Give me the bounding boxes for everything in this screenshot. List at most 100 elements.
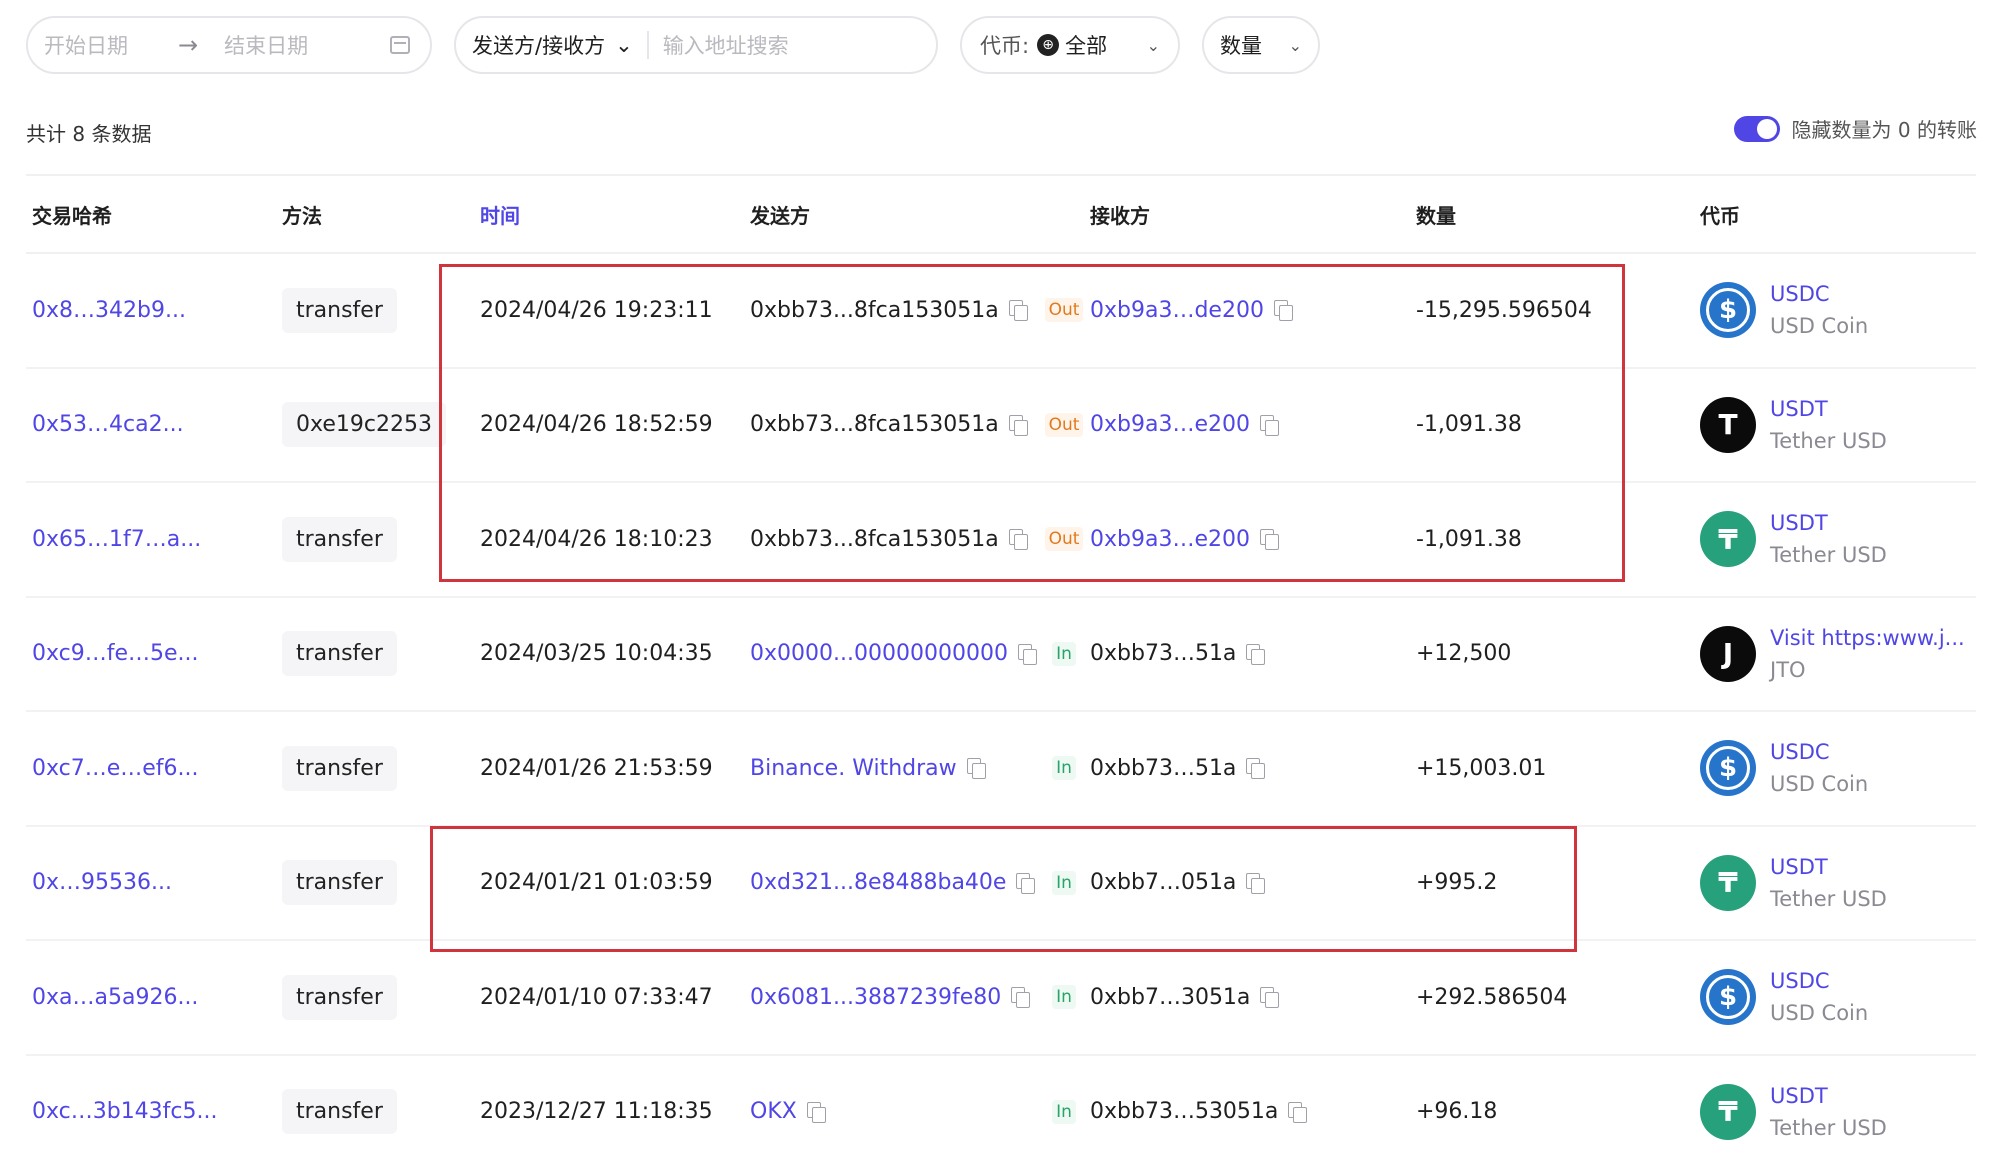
- copy-icon[interactable]: [1260, 987, 1280, 1009]
- token-cell[interactable]: J Visit https:www.j... JTO: [1688, 622, 1976, 686]
- time-cell: 2024/01/21 01:03:59: [480, 870, 713, 896]
- copy-icon[interactable]: [1246, 758, 1266, 780]
- address-search-input[interactable]: 输入地址搜索: [663, 30, 789, 60]
- token-text: USDT Tether USD: [1770, 1080, 1887, 1144]
- to-cell: 0xbb7…051a: [1090, 870, 1408, 895]
- from-cell: 0xbb73...8fca153051a: [738, 527, 1038, 552]
- copy-icon[interactable]: [1246, 643, 1266, 665]
- token-cell[interactable]: ₸ USDT Tether USD: [1688, 1080, 1976, 1144]
- token-name: Tether USD: [1770, 428, 1887, 453]
- end-date-input[interactable]: 结束日期: [224, 30, 308, 60]
- method-tag: transfer: [282, 516, 397, 562]
- direction-badge: In: [1052, 985, 1076, 1010]
- copy-icon[interactable]: [1246, 872, 1266, 894]
- header-from: 发送方: [750, 203, 810, 228]
- token-symbol[interactable]: USDC: [1770, 965, 1868, 997]
- token-symbol[interactable]: USDT: [1770, 851, 1887, 883]
- direction-badge: In: [1052, 756, 1076, 781]
- token-cell[interactable]: $ USDC USD Coin: [1688, 278, 1976, 342]
- copy-icon[interactable]: [1016, 872, 1036, 894]
- date-range-picker[interactable]: 开始日期 → 结束日期: [26, 16, 432, 74]
- method-tag: transfer: [282, 974, 397, 1020]
- direction-badge: Out: [1044, 298, 1084, 323]
- time-cell: 2024/04/26 18:10:23: [480, 526, 713, 552]
- token-symbol[interactable]: USDT: [1770, 393, 1887, 425]
- copy-icon[interactable]: [1288, 1101, 1308, 1123]
- start-date-input[interactable]: 开始日期: [44, 30, 128, 60]
- calendar-icon[interactable]: [390, 36, 410, 54]
- token-symbol[interactable]: Visit https:www.j...: [1770, 622, 1965, 654]
- from-address[interactable]: 0xd321...8e8488ba40e: [750, 870, 1006, 895]
- copy-icon[interactable]: [966, 758, 986, 780]
- from-address[interactable]: OKX: [750, 1099, 797, 1124]
- token-cell[interactable]: ₸ USDT Tether USD: [1688, 851, 1976, 915]
- hide-zero-toggle[interactable]: [1733, 115, 1780, 142]
- amount-filter[interactable]: 数量 ⌄: [1202, 16, 1320, 74]
- amount-cell: +292.586504: [1416, 984, 1568, 1010]
- tx-hash-link[interactable]: 0x8…342b9...: [26, 298, 282, 323]
- token-cell[interactable]: $ USDC USD Coin: [1688, 965, 1976, 1029]
- tx-hash-link[interactable]: 0xc7…e…ef6...: [26, 756, 282, 781]
- token-text: USDC USD Coin: [1770, 965, 1868, 1029]
- copy-icon[interactable]: [1017, 643, 1037, 665]
- direction-cell: Out: [1038, 412, 1090, 437]
- time-cell: 2024/04/26 18:52:59: [480, 412, 713, 438]
- from-cell: 0xbb73...8fca153051a: [738, 412, 1038, 437]
- direction-badge: In: [1052, 870, 1076, 895]
- to-address[interactable]: 0xb9a3…e200: [1090, 412, 1250, 437]
- direction-cell: In: [1038, 985, 1090, 1010]
- copy-icon[interactable]: [1008, 414, 1028, 436]
- token-text: Visit https:www.j... JTO: [1770, 622, 1965, 686]
- to-cell: 0xbb73…53051a: [1090, 1099, 1408, 1124]
- token-symbol[interactable]: USDC: [1770, 736, 1868, 768]
- to-address[interactable]: 0xb9a3…de200: [1090, 298, 1264, 323]
- method-tag: transfer: [282, 287, 397, 333]
- tx-hash-link[interactable]: 0x53…4ca2...: [26, 412, 282, 437]
- token-cell[interactable]: $ USDC USD Coin: [1688, 736, 1976, 800]
- from-address[interactable]: 0x0000...00000000000: [750, 641, 1008, 666]
- copy-icon[interactable]: [1259, 414, 1279, 436]
- to-cell: 0xbb73…51a: [1090, 641, 1408, 666]
- arrow-right-icon: →: [178, 31, 199, 59]
- direction-cell: Out: [1038, 298, 1090, 323]
- from-address[interactable]: Binance. Withdraw: [750, 756, 957, 781]
- token-filter[interactable]: 代币: ⊕ 全部 ⌄: [960, 16, 1180, 74]
- method-cell: transfer: [282, 860, 460, 906]
- token-cell[interactable]: T USDT Tether USD: [1688, 393, 1976, 457]
- party-select[interactable]: 发送方/接收方 ⌄: [472, 30, 633, 60]
- table-header: 交易哈希 方法 时间 发送方 接收方 数量 代币: [26, 176, 1976, 254]
- time-cell: 2024/04/26 19:23:11: [480, 297, 713, 323]
- hide-zero-toggle-group: 隐藏数量为 0 的转账: [1733, 114, 1977, 143]
- header-to: 接收方: [1090, 203, 1150, 228]
- tx-hash-link[interactable]: 0x…95536...: [26, 870, 282, 895]
- copy-icon[interactable]: [1273, 300, 1293, 322]
- tx-hash-link[interactable]: 0xa…a5a926...: [26, 985, 282, 1010]
- token-symbol[interactable]: USDC: [1770, 278, 1868, 310]
- copy-icon[interactable]: [806, 1101, 826, 1123]
- divider: [646, 31, 649, 59]
- amount-filter-label: 数量: [1220, 34, 1262, 58]
- amount-cell: -15,295.596504: [1416, 297, 1592, 323]
- copy-icon[interactable]: [1008, 300, 1028, 322]
- header-amount: 数量: [1416, 203, 1456, 228]
- from-address[interactable]: 0x6081...3887239fe80: [750, 985, 1001, 1010]
- copy-icon[interactable]: [1011, 987, 1031, 1009]
- to-address[interactable]: 0xb9a3…e200: [1090, 527, 1250, 552]
- token-symbol[interactable]: USDT: [1770, 507, 1887, 539]
- to-cell: 0xbb73…51a: [1090, 756, 1408, 781]
- usdc-icon: $: [1700, 282, 1756, 339]
- token-text: USDT Tether USD: [1770, 507, 1887, 571]
- token-cell[interactable]: ₸ USDT Tether USD: [1688, 507, 1976, 571]
- tx-hash-link[interactable]: 0x65…1f7…a...: [26, 527, 282, 552]
- to-cell: 0xb9a3…e200: [1090, 412, 1408, 437]
- header-time[interactable]: 时间: [460, 200, 738, 229]
- copy-icon[interactable]: [1259, 529, 1279, 551]
- amount-cell: -1,091.38: [1416, 412, 1522, 438]
- hide-zero-toggle-label: 隐藏数量为 0 的转账: [1791, 118, 1977, 142]
- header-token: 代币: [1700, 203, 1740, 228]
- tx-hash-link[interactable]: 0xc…3b143fc5...: [26, 1099, 282, 1124]
- tx-hash-link[interactable]: 0xc9…fe…5e...: [26, 641, 282, 666]
- token-symbol[interactable]: USDT: [1770, 1080, 1887, 1112]
- time-cell: 2024/01/10 07:33:47: [480, 984, 713, 1010]
- copy-icon[interactable]: [1008, 529, 1028, 551]
